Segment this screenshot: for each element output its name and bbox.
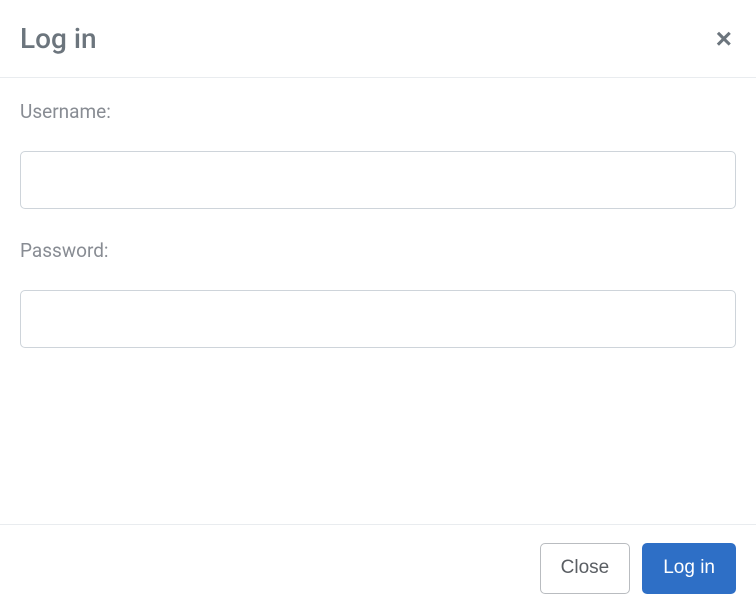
password-group: Password: [20, 239, 736, 348]
login-button[interactable]: Log in [642, 543, 736, 594]
username-label: Username: [20, 100, 736, 123]
modal-body: Username: Password: [0, 78, 756, 524]
username-group: Username: [20, 100, 736, 209]
modal-title: Log in [20, 22, 97, 55]
modal-footer: Close Log in [0, 524, 756, 612]
close-button[interactable]: Close [540, 543, 631, 594]
modal-header: Log in × [0, 0, 756, 78]
close-icon[interactable]: × [712, 25, 736, 53]
username-input[interactable] [20, 151, 736, 209]
password-label: Password: [20, 239, 736, 262]
login-modal: Log in × Username: Password: Close Log i… [0, 0, 756, 612]
password-input[interactable] [20, 290, 736, 348]
